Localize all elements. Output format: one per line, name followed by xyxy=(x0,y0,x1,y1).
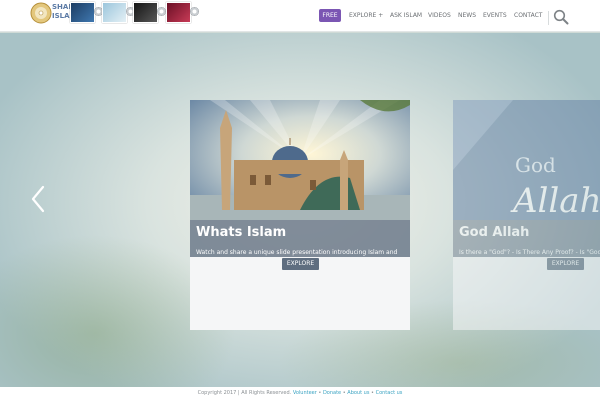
nav-divider xyxy=(548,11,549,25)
nav-free[interactable]: FREE xyxy=(319,9,341,22)
hero-slider: Whats Islam Watch and share a unique sli… xyxy=(0,33,600,387)
god-allah-image: God Allah xyxy=(453,100,600,220)
slide-image-text-allah: Allah xyxy=(510,181,600,220)
site-footer: Copyright 2017 | All Rights Reserved. Vo… xyxy=(0,387,600,400)
explore-button[interactable]: EXPLORE xyxy=(282,258,319,270)
footer-separator: • xyxy=(371,390,374,396)
slide-whats-islam[interactable]: Whats Islam Watch and share a unique sli… xyxy=(190,100,410,330)
search-icon[interactable] xyxy=(553,9,569,25)
footer-separator: • xyxy=(342,390,346,396)
slider-prev-arrow-icon[interactable] xyxy=(30,185,46,213)
footer-link-donate[interactable]: Donate xyxy=(323,390,341,396)
footer-link-volunteer[interactable]: Volunteer xyxy=(293,390,317,396)
footer-link-about-us[interactable]: About us xyxy=(347,390,369,396)
site-header: SHARE ISLAM FREE EXPLORE + ASK ISLAM VID… xyxy=(0,0,600,32)
nav-events[interactable]: EVENTS xyxy=(483,9,507,23)
slide-title: God Allah xyxy=(459,225,530,240)
copyright-text: Copyright 2017 | All Rights Reserved. xyxy=(197,390,292,396)
explore-button[interactable]: EXPLORE xyxy=(547,258,584,270)
mosque-image xyxy=(190,100,410,220)
footer-separator: • xyxy=(318,390,322,396)
nav-explore[interactable]: EXPLORE + xyxy=(349,9,383,23)
slide-image-text-god: God xyxy=(515,153,556,177)
slide-god-allah[interactable]: God Allah God Allah Is there a "God"? - … xyxy=(453,100,600,330)
nav-videos[interactable]: VIDEOS xyxy=(428,9,451,23)
nav-ask-islam[interactable]: ASK ISLAM xyxy=(390,9,422,23)
nav-news[interactable]: NEWS xyxy=(458,9,476,23)
slide-title: Whats Islam xyxy=(196,225,287,240)
nav-contact[interactable]: CONTACT xyxy=(514,9,542,23)
main-nav: FREE EXPLORE + ASK ISLAM VIDEOS NEWS EVE… xyxy=(0,9,600,25)
footer-link-contact-us[interactable]: Contact us xyxy=(376,390,403,396)
